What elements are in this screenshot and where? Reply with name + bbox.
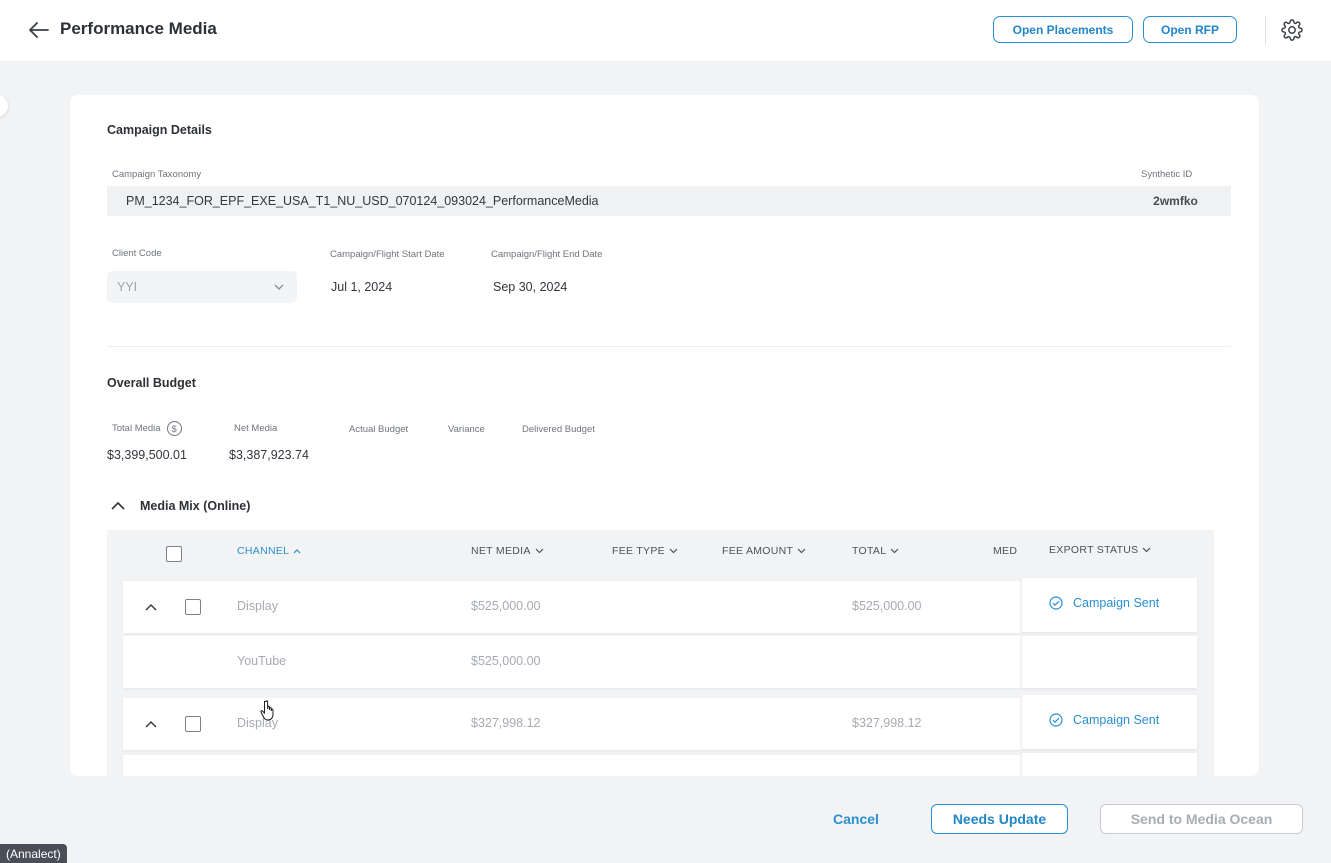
variance-label: Variance [448, 424, 485, 435]
column-header-export-status[interactable]: EXPORT STATUS [1049, 544, 1151, 556]
check-circle-icon [1049, 713, 1063, 727]
column-header-fee-amount[interactable]: FEE AMOUNT [722, 545, 806, 557]
chevron-up-icon[interactable] [141, 714, 161, 734]
channel-cell: YouTube [237, 654, 287, 668]
channel-cell: Display [237, 599, 278, 613]
column-header-total[interactable]: TOTAL [852, 545, 899, 557]
open-rfp-button[interactable]: Open RFP [1143, 16, 1237, 43]
synthetic-id-label: Synthetic ID [1141, 169, 1193, 180]
column-header-channel[interactable]: CHANNEL [237, 545, 301, 557]
cancel-button[interactable]: Cancel [822, 805, 890, 833]
client-code-label: Client Code [112, 248, 162, 259]
start-date-label: Campaign/Flight Start Date [330, 249, 445, 260]
row-checkbox[interactable] [185, 599, 201, 615]
page-title: Performance Media [60, 19, 217, 38]
export-status-cell: Campaign Sent [1021, 578, 1197, 632]
actual-budget-label: Actual Budget [349, 424, 409, 435]
net-media-cell: $525,000.00 [471, 599, 541, 613]
total-cell: $327,998.12 [852, 716, 922, 730]
net-media-label: Net Media [234, 423, 278, 434]
media-mix-table: CHANNEL NET MEDIA FEE TYPE FEE AMOUNT TO… [107, 530, 1214, 776]
table-row[interactable]: Display $327,998.12 $327,998.12 [123, 698, 1021, 750]
watermark-label: (Annalect) [0, 844, 67, 863]
currency-info-icon[interactable]: $ [166, 421, 182, 436]
export-status-text: Campaign Sent [1073, 713, 1160, 727]
synthetic-id-field: 2wmfko [1120, 186, 1231, 216]
top-bar: Performance Media Open Placements Open R… [0, 0, 1331, 62]
overall-budget-title: Overall Budget [107, 376, 196, 390]
open-placements-button[interactable]: Open Placements [993, 16, 1133, 43]
chevron-down-icon [669, 548, 678, 554]
delivered-budget-label: Delivered Budget [522, 424, 595, 435]
end-date-label: Campaign/Flight End Date [491, 249, 603, 260]
end-date-value: Sep 30, 2024 [493, 280, 568, 294]
select-all-checkbox[interactable] [166, 546, 182, 562]
net-media-cell: $327,998.12 [471, 716, 541, 730]
start-date-value: Jul 1, 2024 [331, 280, 393, 294]
gear-icon[interactable] [1281, 19, 1303, 41]
export-status-cell: Campaign Sent [1021, 695, 1197, 749]
column-header-net-media[interactable]: NET MEDIA [471, 545, 544, 557]
chevron-up-icon[interactable] [108, 496, 128, 516]
export-status-cell [1021, 636, 1197, 688]
export-status-cell [1021, 753, 1197, 776]
table-row[interactable]: YouTube $525,000.00 [123, 636, 1021, 688]
column-header-med[interactable]: MED [993, 545, 1017, 557]
row-checkbox[interactable] [185, 716, 201, 732]
chevron-down-icon [1143, 547, 1151, 553]
total-media-value: $3,399,500.01 [107, 448, 187, 462]
hand-pointer-icon [260, 699, 278, 721]
net-media-value: $3,387,923.74 [229, 448, 309, 462]
divider [107, 346, 1231, 347]
chevron-up-icon[interactable] [141, 597, 161, 617]
taxonomy-label: Campaign Taxonomy [112, 169, 202, 180]
sort-asc-icon [293, 549, 301, 554]
campaign-card: Campaign Details Campaign Taxonomy Synth… [70, 95, 1259, 776]
total-cell: $525,000.00 [852, 599, 922, 613]
media-mix-title: Media Mix (Online) [140, 499, 251, 513]
campaign-details-title: Campaign Details [107, 123, 212, 137]
sidebar-expand-handle[interactable] [0, 95, 8, 117]
divider [1265, 16, 1266, 44]
client-code-value: YYI [117, 280, 138, 294]
client-code-select[interactable]: YYI [107, 271, 297, 303]
chevron-down-icon [535, 548, 544, 554]
table-row[interactable] [123, 755, 1021, 776]
chevron-down-icon [797, 548, 806, 554]
total-media-label: Total Media [112, 423, 161, 434]
column-header-fee-type[interactable]: FEE TYPE [612, 545, 678, 557]
taxonomy-field: PM_1234_FOR_EPF_EXE_USA_T1_NU_USD_070124… [107, 186, 1120, 216]
net-media-cell: $525,000.00 [471, 654, 541, 668]
total-media-label-wrap: Total Media $ [112, 421, 182, 436]
needs-update-button[interactable]: Needs Update [931, 804, 1068, 834]
check-circle-icon [1049, 596, 1063, 610]
chevron-down-icon [890, 548, 899, 554]
back-arrow-icon[interactable] [26, 17, 52, 43]
send-to-media-ocean-button: Send to Media Ocean [1100, 804, 1303, 834]
table-row[interactable]: Display $525,000.00 $525,000.00 [123, 581, 1021, 633]
export-status-text: Campaign Sent [1073, 596, 1160, 610]
chevron-down-icon [274, 284, 284, 290]
